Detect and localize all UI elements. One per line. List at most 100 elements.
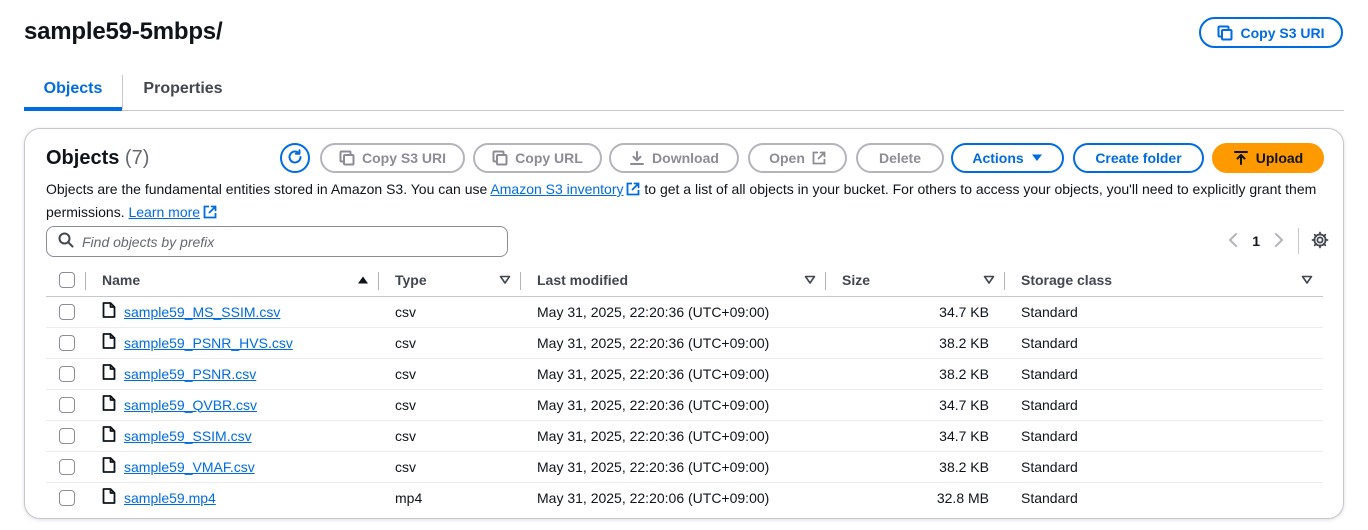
- pagination: 1: [1228, 228, 1329, 254]
- column-header-last-modified[interactable]: Last modified: [521, 265, 826, 297]
- row-checkbox[interactable]: [59, 334, 75, 351]
- search-placeholder: Find objects by prefix: [82, 233, 215, 250]
- object-storage-class: Standard: [1005, 389, 1323, 421]
- copy-icon: [1217, 25, 1233, 41]
- page-title: sample59-5mbps/: [24, 18, 223, 45]
- pagination-current-page[interactable]: 1: [1252, 233, 1260, 249]
- download-label: Download: [652, 150, 719, 166]
- object-storage-class: Standard: [1005, 327, 1323, 359]
- object-name-link[interactable]: sample59_PSNR_HVS.csv: [124, 335, 293, 351]
- table-row: sample59_QVBR.csv csv May 31, 2025, 22:2…: [46, 389, 1323, 421]
- external-link-icon: [626, 181, 640, 202]
- caret-down-icon: [1031, 153, 1043, 163]
- download-icon: [629, 150, 645, 166]
- object-storage-class: Standard: [1005, 296, 1323, 328]
- object-last-modified: May 31, 2025, 22:20:06 (UTC+09:00): [537, 489, 770, 506]
- objects-count: (7): [124, 147, 150, 169]
- object-last-modified: May 31, 2025, 22:20:36 (UTC+09:00): [521, 296, 826, 328]
- tab-properties[interactable]: Properties: [123, 73, 243, 110]
- object-size: 32.8 MB: [936, 489, 989, 506]
- search-icon: [58, 232, 74, 251]
- copy-icon: [339, 150, 355, 166]
- object-name-link[interactable]: sample59_PSNR.csv: [124, 366, 256, 382]
- object-type: csv: [379, 451, 521, 483]
- copy-icon: [492, 150, 508, 166]
- column-header-size[interactable]: Size: [826, 265, 1005, 297]
- file-icon: [102, 426, 116, 445]
- object-last-modified: May 31, 2025, 22:20:36 (UTC+09:00): [521, 420, 826, 452]
- object-storage-class: Standard: [1005, 451, 1323, 483]
- object-last-modified: May 31, 2025, 22:20:36 (UTC+09:00): [521, 451, 826, 483]
- table-header-row: Name Type Last modified Size Storage cla…: [46, 265, 1323, 297]
- external-link-icon: [203, 204, 217, 225]
- object-name-link[interactable]: sample59_VMAF.csv: [124, 459, 255, 475]
- object-type: csv: [379, 420, 521, 452]
- object-type: mp4: [395, 489, 423, 506]
- column-header-label: Name: [102, 272, 141, 289]
- tab-objects[interactable]: Objects: [24, 73, 122, 111]
- row-checkbox[interactable]: [59, 489, 75, 506]
- object-size: 34.7 KB: [826, 389, 1005, 421]
- file-icon: [102, 302, 116, 321]
- row-checkbox[interactable]: [59, 396, 75, 413]
- search-input[interactable]: Find objects by prefix: [46, 226, 508, 257]
- column-header-name[interactable]: Name: [86, 265, 379, 297]
- column-header-label: Size: [842, 272, 871, 289]
- external-link-icon: [812, 151, 826, 165]
- object-storage-class: Standard: [1005, 420, 1323, 452]
- sort-ascending-icon: [357, 272, 369, 288]
- pagination-divider: [1298, 228, 1299, 254]
- object-name-link[interactable]: sample59_SSIM.csv: [124, 428, 252, 444]
- tab-bar: Objects Properties: [24, 73, 1344, 111]
- object-size: 38.2 KB: [826, 327, 1005, 359]
- objects-description: Objects are the fundamental entities sto…: [46, 179, 1336, 225]
- learn-more-link[interactable]: Learn more: [128, 204, 200, 220]
- s3-inventory-link[interactable]: Amazon S3 inventory: [490, 181, 623, 197]
- objects-panel: Objects (7) Copy S3 URI Copy URL Downloa…: [24, 128, 1344, 519]
- copy-s3-uri-disabled-button[interactable]: Copy S3 URI: [320, 143, 465, 173]
- upload-button[interactable]: Upload: [1212, 143, 1324, 173]
- object-name-link[interactable]: sample59.mp4: [124, 490, 216, 506]
- table-row: sample59_MS_SSIM.csv csv May 31, 2025, 2…: [46, 296, 1323, 328]
- sort-caret-down-icon: [1301, 272, 1313, 288]
- row-checkbox[interactable]: [59, 303, 75, 320]
- copy-url-button[interactable]: Copy URL: [473, 143, 602, 173]
- row-checkbox[interactable]: [59, 458, 75, 475]
- select-all-checkbox[interactable]: [59, 272, 75, 289]
- description-text: Objects are the fundamental entities sto…: [46, 181, 488, 197]
- column-header-type[interactable]: Type: [379, 265, 521, 297]
- refresh-button[interactable]: [280, 143, 310, 173]
- column-header-label: Last modified: [537, 272, 629, 289]
- object-size: 34.7 KB: [826, 420, 1005, 452]
- create-folder-button[interactable]: Create folder: [1073, 143, 1204, 173]
- table-row: sample59_PSNR.csv csv May 31, 2025, 22:2…: [46, 358, 1323, 390]
- object-name-link[interactable]: sample59_QVBR.csv: [124, 397, 257, 413]
- delete-label: Delete: [878, 150, 922, 166]
- table-row: sample59_PSNR_HVS.csv csv May 31, 2025, …: [46, 327, 1323, 359]
- objects-table-body: sample59_MS_SSIM.csv csv May 31, 2025, 2…: [46, 296, 1323, 513]
- gear-icon[interactable]: [1311, 231, 1329, 252]
- table-row: sample59.mp4 mp4 May 31, 2025, 22:20:06 …: [46, 482, 1323, 513]
- object-last-modified: May 31, 2025, 22:20:36 (UTC+09:00): [521, 389, 826, 421]
- object-type: csv: [379, 327, 521, 359]
- open-button[interactable]: Open: [748, 143, 847, 173]
- download-button[interactable]: Download: [609, 143, 739, 173]
- row-checkbox[interactable]: [59, 427, 75, 444]
- copy-s3-uri-disabled-label: Copy S3 URI: [361, 150, 446, 166]
- row-checkbox[interactable]: [59, 365, 75, 382]
- copy-s3-uri-button[interactable]: Copy S3 URI: [1199, 17, 1343, 48]
- upload-label: Upload: [1255, 150, 1304, 166]
- object-last-modified: May 31, 2025, 22:20:36 (UTC+09:00): [521, 358, 826, 390]
- object-type: csv: [379, 389, 521, 421]
- actions-dropdown[interactable]: Actions: [951, 143, 1064, 173]
- file-icon: [102, 488, 116, 507]
- pagination-next-icon[interactable]: [1274, 232, 1284, 251]
- object-size: 38.2 KB: [826, 451, 1005, 483]
- delete-button[interactable]: Delete: [856, 143, 944, 173]
- copy-url-label: Copy URL: [515, 150, 583, 166]
- upload-icon: [1233, 150, 1249, 166]
- object-size: 38.2 KB: [826, 358, 1005, 390]
- column-header-storage-class[interactable]: Storage class: [1005, 265, 1323, 297]
- object-name-link[interactable]: sample59_MS_SSIM.csv: [124, 304, 280, 320]
- pagination-prev-icon[interactable]: [1228, 232, 1238, 251]
